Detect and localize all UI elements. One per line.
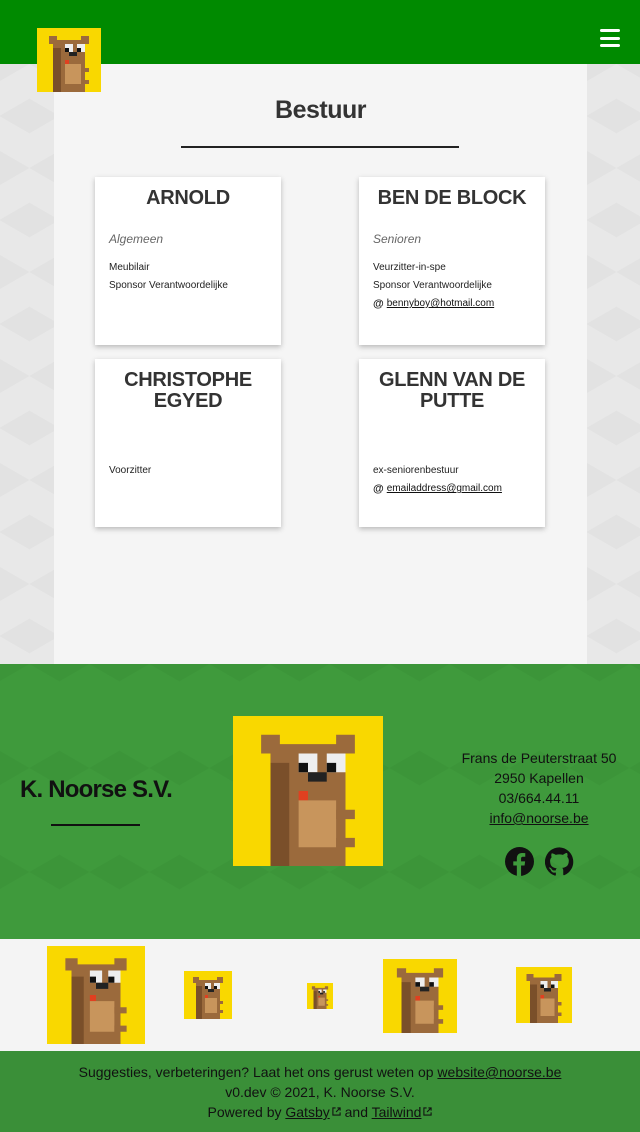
member-role: Sponsor Verantwoordelijke: [373, 280, 492, 291]
powered-by-text: Powered by: [207, 1104, 282, 1120]
tailwind-link[interactable]: Tailwind: [372, 1104, 422, 1120]
at-icon: @: [373, 298, 384, 310]
footer-contact: Frans de Peuterstraat 50 2950 Kapellen 0…: [446, 748, 632, 828]
background-pattern-right: [587, 64, 640, 664]
gatsby-link[interactable]: Gatsby: [285, 1104, 329, 1120]
website-email-link[interactable]: website@noorse.be: [437, 1064, 561, 1080]
member-role: Veurzitter-in-spe: [373, 262, 446, 273]
footer: K. Noorse S.V. Frans de Peuterstraat 50 …: [0, 664, 640, 939]
and-text: and: [344, 1104, 368, 1120]
page-title: Bestuur: [275, 96, 366, 124]
member-role: Sponsor Verantwoordelijke: [109, 280, 228, 291]
sponsor-logo[interactable]: [307, 983, 333, 1009]
member-name: CHRISTOPHE EGYED: [124, 369, 252, 412]
member-group: Algemeen: [109, 232, 164, 246]
footer-divider: [51, 824, 140, 826]
title-divider: [181, 146, 459, 148]
member-card: GLENN VAN DE PUTTE ex-seniorenbestuur @ …: [359, 359, 545, 527]
at-icon: @: [373, 483, 384, 495]
member-email-link[interactable]: bennyboy@hotmail.com: [387, 295, 494, 313]
hamburger-icon[interactable]: [600, 29, 620, 47]
member-name: BEN DE BLOCK: [377, 187, 527, 209]
sponsor-logo[interactable]: [184, 971, 232, 1019]
external-link-icon: [332, 1107, 341, 1116]
club-logo[interactable]: [37, 28, 101, 92]
member-name: GLENN VAN DE PUTTE: [378, 369, 526, 412]
sponsor-logo[interactable]: [516, 967, 572, 1023]
main-content: Bestuur ARNOLD Algemeen Meubilair Sponso…: [54, 64, 587, 664]
facebook-icon[interactable]: [505, 847, 534, 876]
member-card: CHRISTOPHE EGYED Voorzitter: [95, 359, 281, 527]
member-email-link[interactable]: emailaddress@gmail.com: [387, 480, 502, 498]
member-group: [373, 435, 531, 449]
phone-number: 03/664.44.11: [498, 790, 580, 806]
footer-club-logo: [233, 716, 383, 866]
version-line: v0.dev © 2021, K. Noorse S.V.: [225, 1084, 415, 1100]
background-pattern-left: [0, 64, 54, 664]
bottom-bar: Suggesties, verbeteringen? Laat het ons …: [0, 1051, 640, 1132]
sponsor-logo[interactable]: [47, 946, 145, 1044]
github-icon[interactable]: [545, 847, 574, 876]
sponsor-strip: [0, 939, 640, 1051]
member-card: BEN DE BLOCK Senioren Veurzitter-in-spe …: [359, 177, 545, 345]
member-group: [109, 435, 267, 449]
address-line: Frans de Peuterstraat 50: [461, 750, 617, 766]
member-role: Voorzitter: [109, 465, 152, 476]
sponsor-logo[interactable]: [383, 959, 457, 1033]
postal-line: 2950 Kapellen: [494, 770, 584, 786]
social-links: [505, 847, 574, 876]
external-link-icon: [423, 1107, 433, 1116]
member-card: ARNOLD Algemeen Meubilair Sponsor Verant…: [95, 177, 281, 345]
member-role: Meubilair: [109, 262, 150, 273]
footer-club-name: K. Noorse S.V.: [20, 776, 173, 803]
member-group: Senioren: [373, 232, 422, 246]
member-role: ex-seniorenbestuur: [373, 465, 459, 476]
footer-email-link[interactable]: info@noorse.be: [489, 810, 588, 826]
member-name: ARNOLD: [146, 187, 230, 209]
suggestion-text: Suggesties, verbeteringen? Laat het ons …: [78, 1064, 434, 1080]
